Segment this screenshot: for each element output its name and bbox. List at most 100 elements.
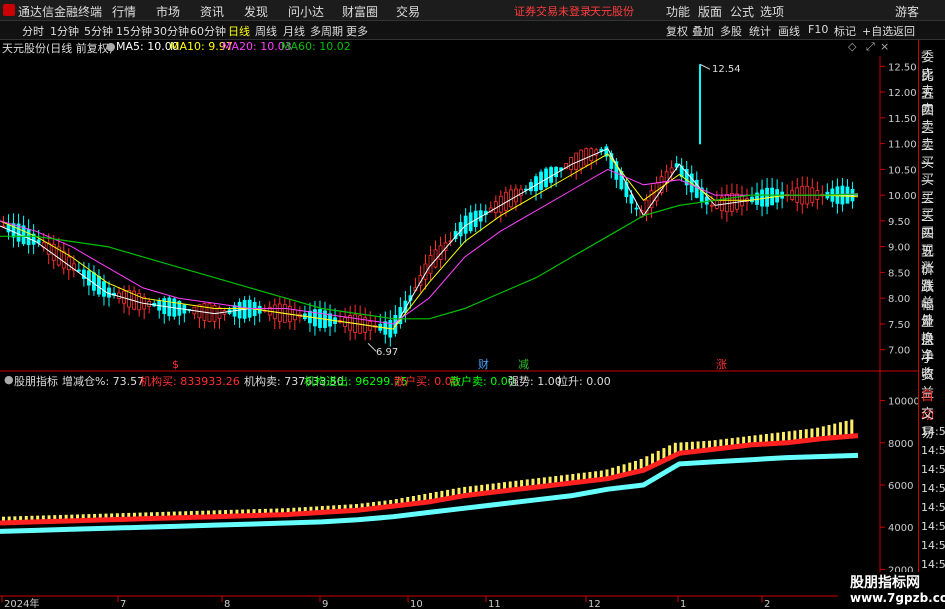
price-tick-label: 8.00 [888, 294, 910, 305]
jigoumai-label: 机构买: 833933.26 [140, 375, 240, 388]
price-tick-label: 7.50 [888, 320, 910, 331]
low-pointer [367, 342, 377, 352]
jigoumai-bar [656, 450, 660, 462]
candle-body [579, 149, 584, 169]
title-bar: 通达信金融终端 行情 市场 资讯 发现 问小达 财富圈 交易 证券交易未登录 天… [0, 0, 945, 21]
menu-banmian[interactable]: 版面 [698, 3, 722, 20]
duogu-button[interactable]: 多股 [720, 23, 742, 39]
candle-body [775, 189, 780, 203]
candle-body [629, 194, 634, 204]
period-fenshi[interactable]: 分时 [22, 23, 44, 39]
sub-indicator-bars [0, 419, 859, 534]
tick-time: 14:56 [921, 558, 945, 571]
menu-gongneng[interactable]: 功能 [666, 3, 690, 20]
jigoumai-bar [668, 445, 672, 456]
tick-time: 14:56 [921, 463, 945, 476]
date-tick-label: 12 [588, 599, 601, 609]
biaoji-button[interactable]: 标记 [834, 23, 856, 39]
sub-settings-dot-icon[interactable]: ● [4, 373, 14, 386]
period-weekly[interactable]: 周线 [255, 23, 277, 39]
candle-body [765, 187, 769, 207]
period-daily[interactable]: 日线 [228, 23, 250, 39]
jigoumai-bar [838, 422, 842, 437]
trade-login-warning[interactable]: 证券交易未登录 [514, 3, 591, 19]
period-more[interactable]: 更多 [346, 23, 368, 39]
candle-body [669, 167, 674, 173]
high-pointer [699, 63, 711, 70]
candle-body [760, 189, 764, 207]
period-1min[interactable]: 1分钟 [50, 23, 79, 39]
tick-time: 14:56 [921, 539, 945, 552]
tongji-button[interactable]: 统计 [749, 23, 771, 39]
candle-body [589, 148, 594, 162]
event-marker[interactable]: 财 [478, 357, 489, 371]
menu-hangqing[interactable]: 行情 [112, 3, 136, 20]
candle-body [97, 275, 101, 295]
back-button[interactable]: 返回 [893, 23, 915, 39]
period-monthly[interactable]: 月线 [283, 23, 305, 39]
menu-gongshi[interactable]: 公式 [730, 3, 754, 20]
candle-body [709, 204, 714, 207]
menu-zixun[interactable]: 资讯 [200, 3, 224, 20]
candle-body [107, 287, 111, 298]
menu-shichang[interactable]: 市场 [156, 3, 180, 20]
zengjian-label: 增减仓%: 73.57 [62, 375, 145, 388]
add-watchlist-button[interactable]: +自选 [862, 23, 893, 39]
candle-body [569, 157, 574, 170]
menu-wenxiaoda[interactable]: 问小达 [288, 3, 324, 20]
jigoumai-bar [662, 448, 666, 459]
date-tick-label: 11 [488, 599, 501, 609]
price-tick-label: 11.00 [888, 140, 917, 151]
candle-group [1, 144, 855, 347]
price-tick-label: 8.50 [888, 268, 910, 279]
user-guest[interactable]: 游客 [895, 3, 919, 20]
kline-chart[interactable]: 12.54 6.97 12.50 12.00 11.50 11.00 10.50 10.00 9… [0, 40, 918, 609]
candle-body [549, 167, 553, 183]
menu-jiaoyi[interactable]: 交易 [396, 3, 420, 20]
event-marker[interactable]: 减 [518, 358, 529, 371]
huaxian-button[interactable]: 画线 [778, 23, 800, 39]
event-marker[interactable]: $ [172, 358, 179, 371]
period-5min[interactable]: 5分钟 [84, 23, 113, 39]
current-stock-name: 天元股份 [590, 5, 634, 18]
menu-xuanxiang[interactable]: 选项 [760, 3, 784, 20]
lasheng-label: 拉升: 0.00 [557, 375, 611, 388]
candle-body [584, 148, 589, 166]
high-annotation: 12.54 [712, 64, 741, 75]
jigoujinchu-label: 机构进出: 96299.75 [304, 375, 408, 388]
date-tick-label: 9 [322, 599, 328, 609]
menu-faxian[interactable]: 发现 [244, 3, 268, 20]
tick-time: 14:56 [921, 482, 945, 495]
date-tick-label: 2024年 [4, 597, 39, 609]
f10-button[interactable]: F10 [808, 23, 828, 36]
event-marker[interactable]: 涨 [716, 358, 727, 371]
period-multi[interactable]: 多周期 [310, 23, 343, 39]
watermark-line2: www.7gpzb.com [850, 591, 945, 605]
period-60min[interactable]: 60分钟 [190, 23, 226, 39]
price-tick-label: 9.50 [888, 217, 910, 228]
menu-caifuquan[interactable]: 财富圈 [342, 3, 378, 20]
tick-time: 14:56 [921, 520, 945, 533]
period-15min[interactable]: 15分钟 [116, 23, 152, 39]
fuquan-button[interactable]: 复权 [666, 23, 688, 39]
diejia-button[interactable]: 叠加 [692, 23, 714, 39]
date-tick-label: 8 [224, 599, 230, 609]
candle-body [704, 196, 709, 205]
candle-body [750, 196, 754, 203]
tick-time: 14:56 [921, 444, 945, 457]
date-tick-label: 2 [764, 599, 770, 609]
price-tick-label: 11.50 [888, 114, 917, 125]
candle-body [544, 168, 548, 188]
price-tick-label: 10.50 [888, 165, 917, 176]
candle-body [554, 166, 558, 178]
jigoumai-bar [651, 453, 655, 465]
candle-body [529, 182, 533, 192]
sub-tick-label: 4000 [888, 523, 913, 534]
candle-body [102, 281, 106, 297]
period-30min[interactable]: 30分钟 [153, 23, 189, 39]
date-tick-label: 1 [680, 599, 686, 609]
tick-time: 14:56 [921, 425, 945, 438]
jigoumai-bar [850, 419, 854, 436]
jigoumai-bar [673, 442, 677, 454]
candle-body [76, 269, 81, 272]
